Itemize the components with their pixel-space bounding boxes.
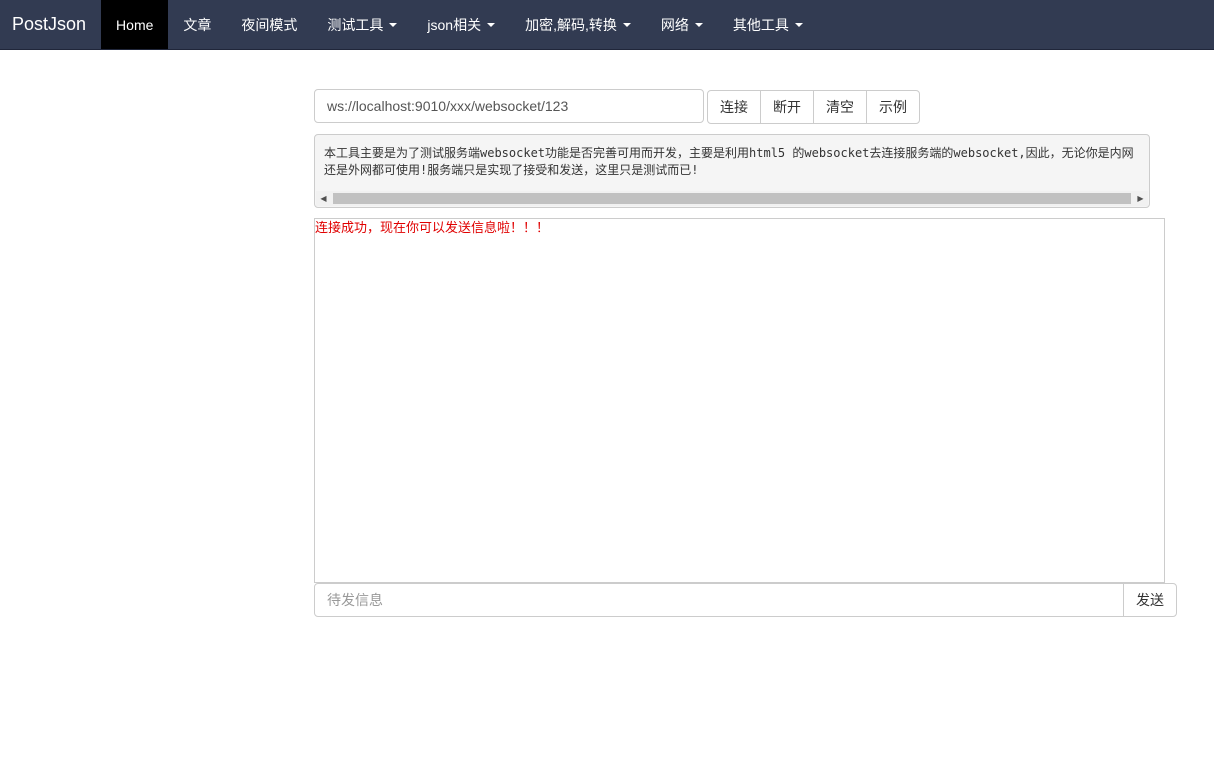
nav-json-label: json相关 [427,16,482,33]
scroll-right-icon[interactable]: ▶ [1133,191,1148,206]
nav-json-dropdown[interactable]: json相关 [412,0,510,49]
connect-button[interactable]: 连接 [707,90,761,124]
nav-articles-label: 文章 [183,16,212,33]
log-message: 连接成功，现在你可以发送信息啦！！！ [315,221,550,236]
nav-encode-label: 加密,解码,转换 [525,16,617,33]
websocket-url-input[interactable] [314,89,704,123]
nav-night-mode-label: 夜间模式 [241,16,298,33]
horizontal-scrollbar[interactable]: ◀ ▶ [316,191,1148,206]
send-button[interactable]: 发送 [1123,583,1177,617]
nav-test-tools-dropdown[interactable]: 测试工具 [312,0,412,49]
brand-logo[interactable]: PostJson [0,0,101,49]
nav-other-tools-label: 其他工具 [732,16,789,33]
scroll-left-icon[interactable]: ◀ [316,191,331,206]
top-navbar: PostJson Home 文章 夜间模式 测试工具 json相关 加密,解码,… [0,0,1214,50]
message-input[interactable] [314,583,1124,617]
tool-description-box: 本工具主要是为了测试服务端websocket功能是否完善可用而开发，主要是利用h… [314,134,1150,208]
caret-down-icon [794,22,803,27]
tool-description-text: 本工具主要是为了测试服务端websocket功能是否完善可用而开发，主要是利用h… [324,146,1134,177]
scrollbar-thumb[interactable] [333,193,1131,204]
clear-button[interactable]: 清空 [813,90,867,124]
nav-network-label: 网络 [660,16,689,33]
connection-button-group: 连接 断开 清空 示例 [707,90,920,124]
example-button[interactable]: 示例 [866,90,920,124]
caret-down-icon [694,22,703,27]
nav-articles[interactable]: 文章 [168,0,226,49]
nav-test-tools-label: 测试工具 [327,16,384,33]
nav-other-tools-dropdown[interactable]: 其他工具 [718,0,818,49]
message-log: 连接成功，现在你可以发送信息啦！！！ [314,218,1165,583]
nav-encode-dropdown[interactable]: 加密,解码,转换 [510,0,646,49]
disconnect-button[interactable]: 断开 [760,90,814,124]
nav-home[interactable]: Home [101,0,169,49]
caret-down-icon [622,22,631,27]
caret-down-icon [487,22,496,27]
nav-home-label: Home [116,16,154,33]
nav-night-mode[interactable]: 夜间模式 [226,0,312,49]
nav-network-dropdown[interactable]: 网络 [646,0,718,49]
caret-down-icon [389,22,398,27]
